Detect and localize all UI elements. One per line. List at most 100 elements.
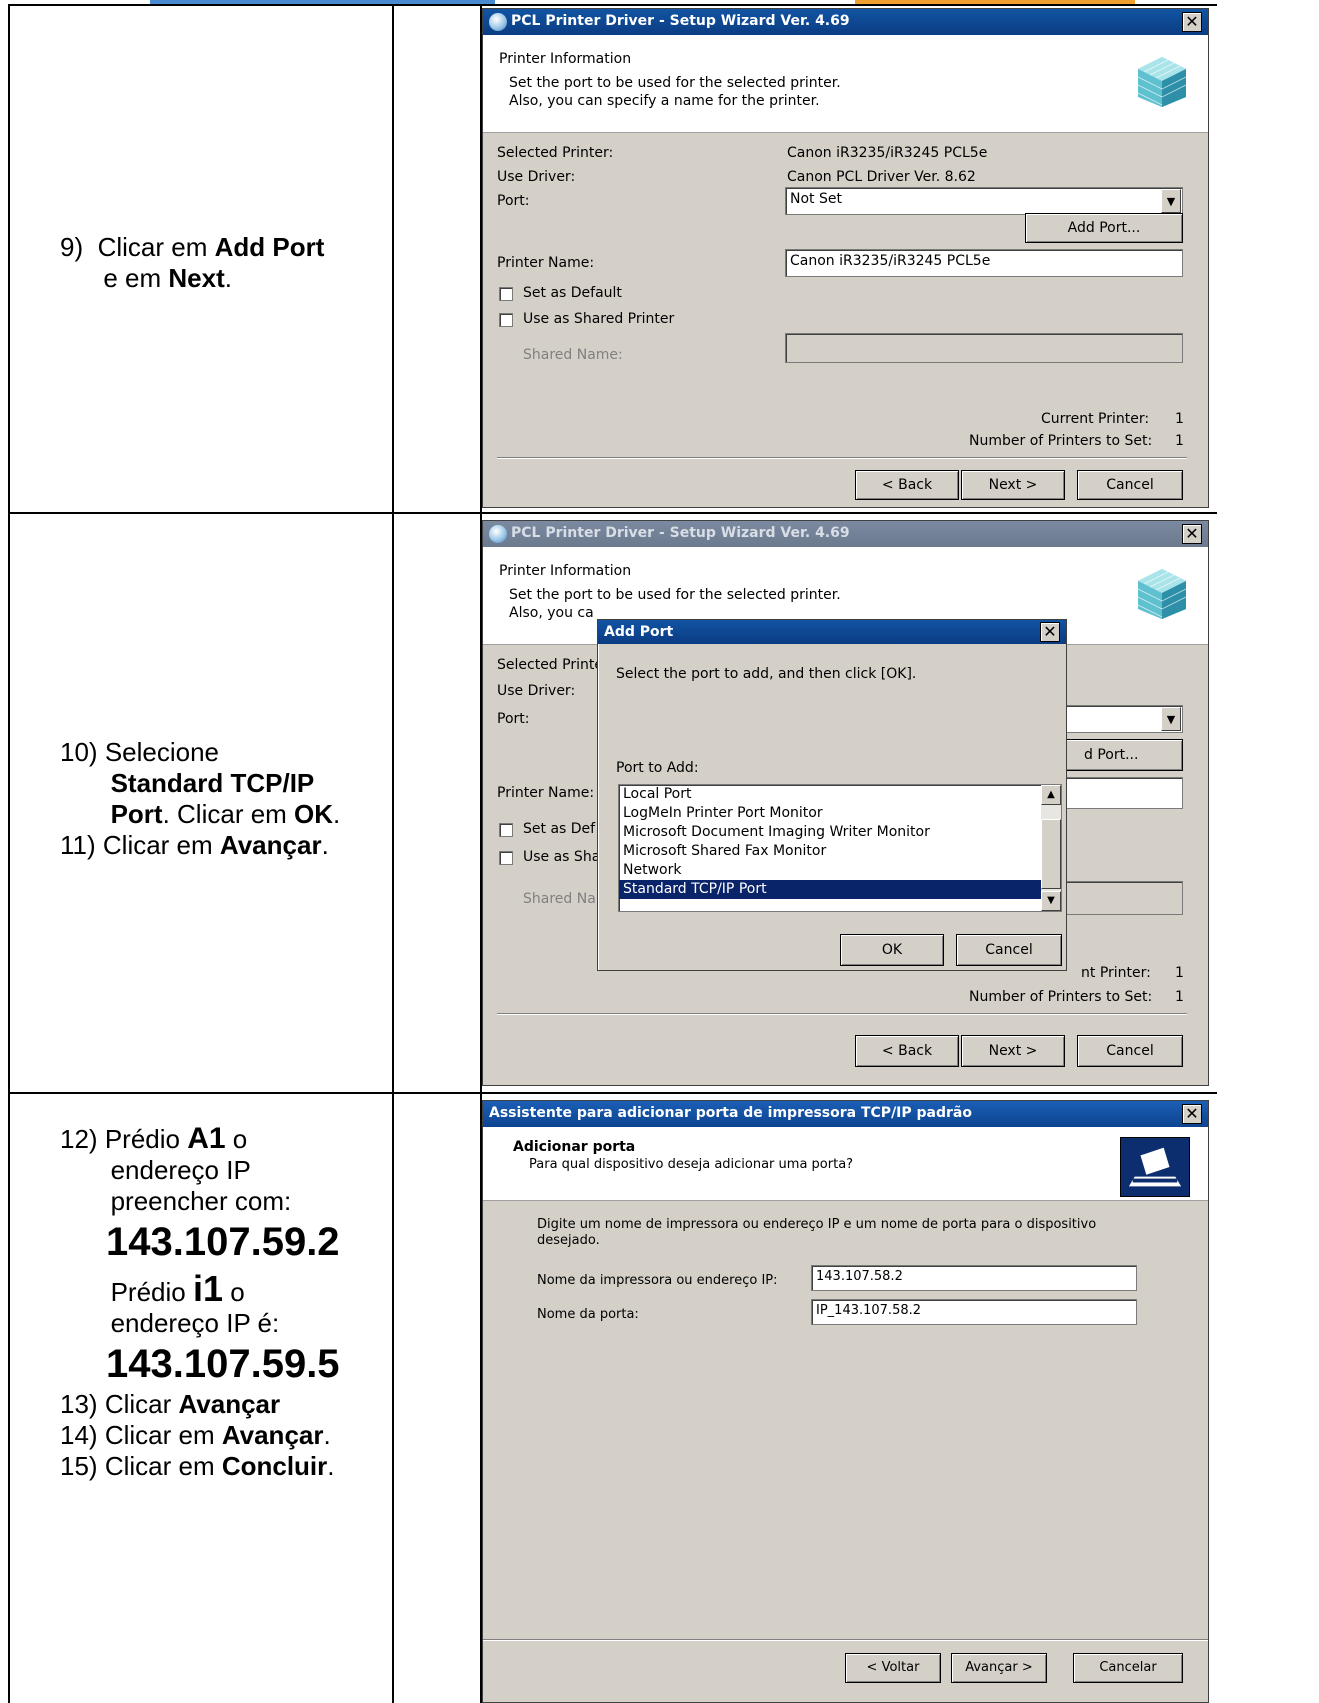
printer-name-label: Printer Name: xyxy=(497,785,595,801)
title-bar: PCL Printer Driver - Setup Wizard Ver. 4… xyxy=(483,521,1208,547)
selected-printer-label: Selected Printe xyxy=(497,657,603,673)
dialog-instruction: Select the port to add, and then click [… xyxy=(616,666,917,682)
shared-name-input xyxy=(1063,881,1183,915)
add-port-button[interactable]: Add Port... xyxy=(1025,213,1183,243)
set-default-checkbox[interactable] xyxy=(499,823,513,837)
port-dropdown[interactable]: Not Set ▼ xyxy=(785,187,1183,215)
use-driver-label: Use Driver: xyxy=(497,683,576,699)
list-item-selected[interactable]: Standard TCP/IP Port xyxy=(619,880,1061,899)
num-printers-value: 1 xyxy=(1175,433,1184,449)
setup-wizard-window-1: PCL Printer Driver - Setup Wizard Ver. 4… xyxy=(482,8,1209,508)
header-title: Printer Information xyxy=(499,563,632,579)
back-button[interactable]: < Back xyxy=(855,1035,959,1067)
header-title: Printer Information xyxy=(499,51,632,67)
num-printers-label: Number of Printers to Set: xyxy=(969,989,1153,1005)
set-default-label: Set as Default xyxy=(523,285,622,301)
set-default-checkbox[interactable] xyxy=(499,287,513,301)
cancel-button[interactable]: Cancel xyxy=(1077,1035,1183,1067)
scroll-down-icon[interactable]: ▼ xyxy=(1041,891,1061,911)
num-printers-label: Number of Printers to Set: xyxy=(969,433,1153,449)
port-listbox[interactable]: Local Port LogMeIn Printer Port Monitor … xyxy=(618,784,1062,912)
next-button[interactable]: Next > xyxy=(961,1035,1065,1067)
chevron-down-icon[interactable]: ▼ xyxy=(1161,189,1181,213)
table-divider-1 xyxy=(392,4,394,1703)
table-border-left xyxy=(8,4,10,1703)
close-icon[interactable]: ✕ xyxy=(1040,622,1060,642)
shared-printer-checkbox[interactable] xyxy=(499,851,513,865)
port-label: Port: xyxy=(497,193,530,209)
next-button[interactable]: Avançar > xyxy=(951,1653,1047,1683)
table-border-top xyxy=(8,4,1217,6)
title-bar: PCL Printer Driver - Setup Wizard Ver. 4… xyxy=(483,9,1208,35)
port-label: Port: xyxy=(497,711,530,727)
list-item[interactable]: Microsoft Shared Fax Monitor xyxy=(619,842,1061,861)
tcpip-port-wizard: Assistente para adicionar porta de impre… xyxy=(482,1100,1209,1703)
back-button[interactable]: < Voltar xyxy=(845,1653,941,1683)
port-name-label: Nome da porta: xyxy=(537,1307,639,1322)
step-12-15-instruction: 12) Prédio A1 o endereço IP preencher co… xyxy=(60,1122,340,1481)
shared-name-input xyxy=(785,333,1183,363)
close-icon[interactable]: ✕ xyxy=(1182,524,1202,544)
dialog-cancel-button[interactable]: Cancel xyxy=(956,934,1062,966)
printer-icon xyxy=(1120,1137,1190,1197)
wizard-header: Adicionar porta Para qual dispositivo de… xyxy=(483,1127,1208,1201)
close-icon[interactable]: ✕ xyxy=(1182,12,1202,32)
scroll-thumb[interactable] xyxy=(1041,819,1061,889)
use-driver-value: Canon PCL Driver Ver. 8.62 xyxy=(787,169,976,185)
ip-address-input[interactable]: 143.107.58.2 xyxy=(811,1265,1137,1291)
current-printer-value: 1 xyxy=(1175,965,1184,981)
ip-address-a1: 143.107.59.2 xyxy=(106,1220,340,1264)
list-item[interactable]: Microsoft Document Imaging Writer Monito… xyxy=(619,823,1061,842)
add-port-dialog: Add Port ✕ Select the port to add, and t… xyxy=(597,619,1067,971)
next-button[interactable]: Next > xyxy=(961,470,1065,500)
header-subtitle-2: Also, you can specify a name for the pri… xyxy=(509,93,820,109)
set-default-label: Set as Def xyxy=(523,821,596,837)
header-title: Adicionar porta xyxy=(513,1139,636,1155)
list-item[interactable]: LogMeIn Printer Port Monitor xyxy=(619,804,1061,823)
printer-driver-icon xyxy=(489,525,507,543)
wizard-header: Printer Information Set the port to be u… xyxy=(483,35,1208,133)
dialog-title-bar: Add Port ✕ xyxy=(598,620,1066,644)
port-to-add-label: Port to Add: xyxy=(616,760,699,776)
list-item[interactable]: Network xyxy=(619,861,1061,880)
footer-separator xyxy=(497,457,1187,459)
printer-name-input[interactable]: Canon iR3235/iR3245 PCL5e xyxy=(785,249,1183,277)
header-subtitle-1: Set the port to be used for the selected… xyxy=(509,75,841,91)
cancel-button[interactable]: Cancelar xyxy=(1073,1653,1183,1683)
num-printers-value: 1 xyxy=(1175,989,1184,1005)
footer-separator xyxy=(483,1639,1208,1641)
instruction-text: Digite um nome de impressora ou endereço… xyxy=(537,1217,1097,1248)
shared-name-label: Shared Name: xyxy=(523,347,623,363)
header-subtitle-2: Also, you ca xyxy=(509,605,594,621)
step-9-instruction: 9) Clicar em Add Port e em Next. xyxy=(60,232,325,293)
printer-driver-icon xyxy=(489,13,507,31)
back-button[interactable]: < Back xyxy=(855,470,959,500)
scroll-up-icon[interactable]: ▲ xyxy=(1041,785,1061,805)
selected-printer-label: Selected Printer: xyxy=(497,145,614,161)
cancel-button[interactable]: Cancel xyxy=(1077,470,1183,500)
ip-address-i1: 143.107.59.5 xyxy=(106,1342,340,1386)
header-subtitle-1: Set the port to be used for the selected… xyxy=(509,587,841,603)
title-bar: Assistente para adicionar porta de impre… xyxy=(483,1101,1208,1127)
shared-name-label: Shared Na xyxy=(523,891,596,907)
table-row-line-2 xyxy=(8,1092,1217,1094)
listbox-scrollbar[interactable]: ▲ ▼ xyxy=(1041,785,1061,911)
selected-printer-value: Canon iR3235/iR3245 PCL5e xyxy=(787,145,988,161)
table-row-line-1 xyxy=(8,512,1217,514)
close-icon[interactable]: ✕ xyxy=(1182,1104,1202,1124)
use-driver-label: Use Driver: xyxy=(497,169,576,185)
ok-button[interactable]: OK xyxy=(840,934,944,966)
current-printer-value: 1 xyxy=(1175,411,1184,427)
current-printer-label: nt Printer: xyxy=(1081,965,1151,981)
shared-printer-checkbox[interactable] xyxy=(499,313,513,327)
list-item[interactable]: Local Port xyxy=(619,785,1061,804)
setup-wizard-window-2: PCL Printer Driver - Setup Wizard Ver. 4… xyxy=(482,520,1209,1086)
add-port-button[interactable]: d Port... xyxy=(1063,739,1183,771)
printer-name-label: Printer Name: xyxy=(497,255,595,271)
shared-printer-label: Use as Shared Printer xyxy=(523,311,675,327)
header-subtitle: Para qual dispositivo deseja adicionar u… xyxy=(529,1157,854,1172)
cube-logo-icon xyxy=(1137,57,1187,107)
port-name-input[interactable]: IP_143.107.58.2 xyxy=(811,1299,1137,1325)
chevron-down-icon[interactable]: ▼ xyxy=(1161,707,1181,731)
printer-name-input[interactable] xyxy=(1063,777,1183,809)
